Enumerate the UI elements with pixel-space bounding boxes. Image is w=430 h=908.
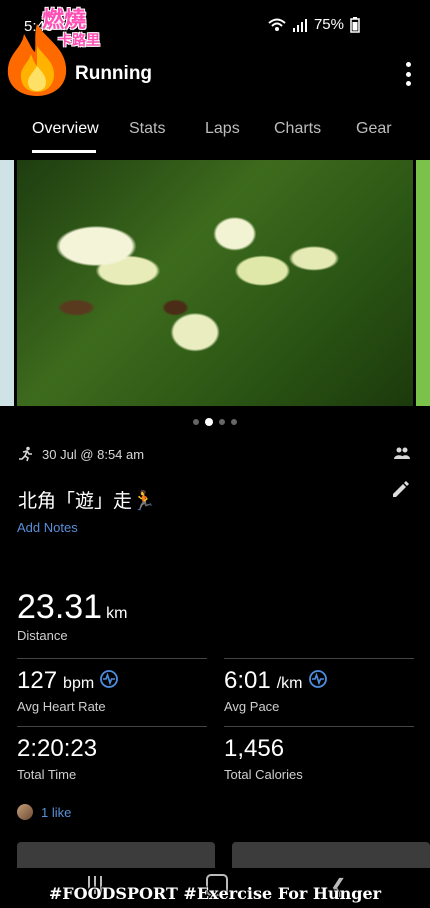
calories-value: 1,456: [224, 735, 285, 762]
logo-subtext: 卡路里: [58, 32, 100, 48]
likes-count[interactable]: 1 like: [41, 805, 71, 820]
status-icons: 75%: [268, 16, 360, 33]
carousel-dot[interactable]: [219, 419, 225, 425]
wifi-icon: [268, 18, 286, 31]
activity-title: 北角「遊」走🏃: [18, 491, 156, 512]
watermark-text: #FOODSPORT #Exercise For Hunger: [48, 884, 382, 903]
pace-value: 6:01: [224, 667, 271, 694]
divider: [17, 658, 207, 659]
carousel-dot[interactable]: [231, 419, 237, 425]
heart-rate-metric: 127 bpm Avg Heart Rate: [17, 658, 207, 714]
tab-charts[interactable]: Charts: [274, 120, 321, 138]
heart-rate-label: Avg Heart Rate: [17, 699, 106, 714]
likes-row[interactable]: 1 like: [17, 804, 71, 820]
running-icon: [19, 446, 32, 462]
distance-unit: km: [106, 605, 128, 622]
carousel-dots: [0, 418, 430, 429]
tab-indicator: [32, 150, 96, 153]
people-icon[interactable]: [394, 446, 410, 460]
divider: [224, 726, 414, 727]
total-time-metric: 2:20:23 Total Time: [17, 726, 207, 782]
distance-value: 23.31 km: [17, 588, 127, 627]
pace-label: Avg Pace: [224, 699, 280, 714]
battery-percent: 75%: [313, 16, 344, 33]
add-notes-link[interactable]: Add Notes: [17, 520, 78, 535]
edit-icon[interactable]: [390, 480, 410, 500]
tab-stats[interactable]: Stats: [129, 120, 165, 138]
fire-logo: 燃燒 卡路里: [0, 0, 120, 110]
carousel-dot-active[interactable]: [205, 418, 213, 426]
pace-unit: /km: [276, 675, 303, 692]
battery-icon: [350, 16, 360, 33]
more-options-icon[interactable]: [404, 62, 412, 86]
photo-carousel[interactable]: [0, 160, 430, 406]
heart-rate-zone-icon[interactable]: [100, 670, 119, 688]
previous-photo[interactable]: [0, 160, 14, 406]
heart-rate-value: 127: [17, 667, 58, 694]
next-photo[interactable]: [416, 160, 430, 406]
activity-datetime: 30 Jul @ 8:54 am: [42, 446, 145, 462]
pace-zone-icon[interactable]: [308, 670, 327, 688]
pace-metric: 6:01 /km Avg Pace: [224, 658, 414, 714]
distance-number: 23.31: [17, 588, 103, 626]
divider: [17, 726, 207, 727]
tab-overview[interactable]: Overview: [32, 120, 99, 138]
divider: [224, 658, 414, 659]
distance-label: Distance: [17, 628, 68, 643]
page-title: Running: [75, 63, 153, 84]
signal-icon: [292, 18, 307, 32]
heart-rate-unit: bpm: [63, 675, 95, 692]
calories-metric: 1,456 Total Calories: [224, 726, 414, 782]
activity-photo[interactable]: [17, 160, 413, 406]
total-time-label: Total Time: [17, 767, 77, 782]
tab-laps[interactable]: Laps: [205, 120, 240, 138]
activity-meta: 30 Jul @ 8:54 am: [18, 446, 144, 462]
tab-gear[interactable]: Gear: [356, 120, 392, 138]
carousel-dot[interactable]: [193, 419, 199, 425]
calories-label: Total Calories: [224, 767, 303, 782]
total-time-value: 2:20:23: [17, 735, 98, 762]
avatar: [17, 804, 33, 820]
